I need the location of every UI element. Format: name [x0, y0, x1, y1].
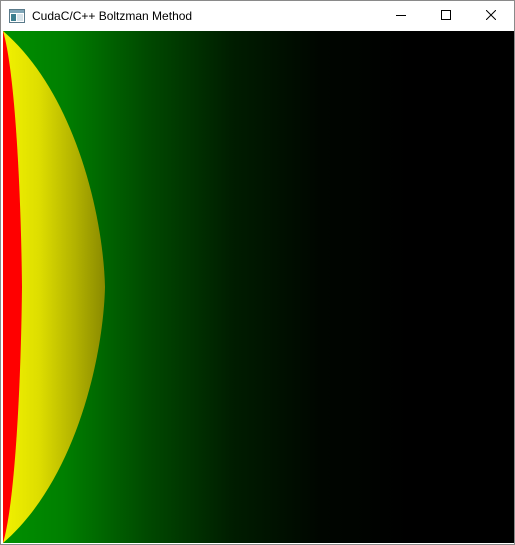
close-icon	[485, 9, 496, 23]
application-window-icon	[9, 9, 25, 23]
maximize-icon	[440, 9, 451, 23]
close-button[interactable]	[468, 1, 513, 31]
minimize-button[interactable]	[378, 1, 423, 31]
title-bar[interactable]: CudaC/C++ Boltzman Method	[1, 1, 514, 31]
maximize-button[interactable]	[423, 1, 468, 31]
simulation-canvas[interactable]	[3, 31, 514, 543]
window-title: CudaC/C++ Boltzman Method	[32, 9, 193, 23]
minimize-icon	[395, 9, 406, 23]
app-window: CudaC/C++ Boltzman Method	[0, 0, 515, 545]
simulation-render	[3, 31, 514, 543]
